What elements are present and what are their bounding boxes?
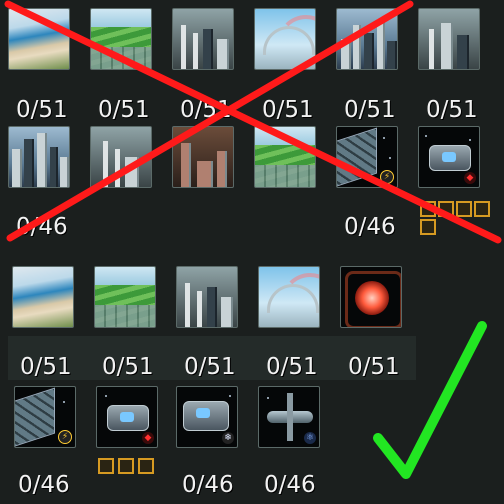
green-checkmark-icon bbox=[373, 321, 487, 479]
